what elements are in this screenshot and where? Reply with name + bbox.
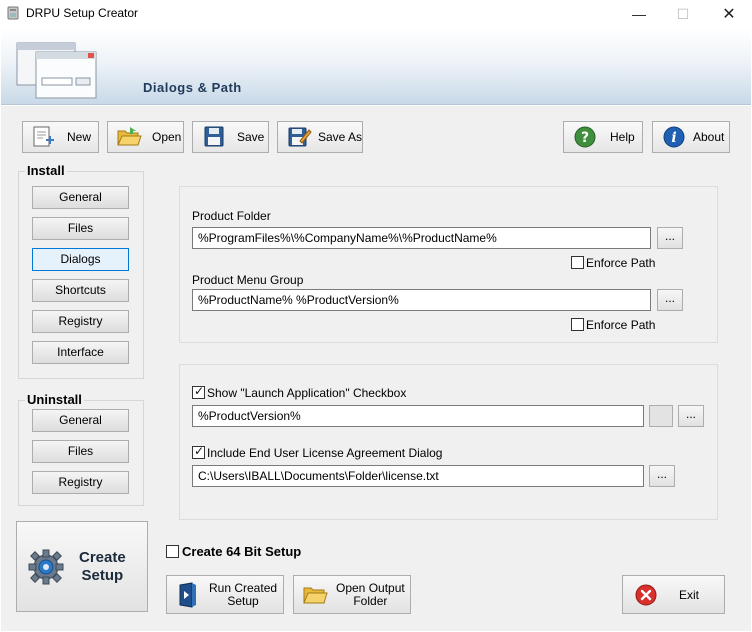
- product-folder-input[interactable]: %ProgramFiles%\%CompanyName%\%ProductNam…: [192, 227, 651, 249]
- output-folder-icon: [303, 587, 328, 603]
- launch-application-checkbox[interactable]: [192, 384, 205, 399]
- window-title: DRPU Setup Creator: [26, 6, 139, 20]
- product-folder-enforce-path-checkbox[interactable]: [571, 256, 584, 269]
- about-button[interactable]: i About: [652, 121, 730, 153]
- maximize-button[interactable]: ☐: [660, 0, 706, 28]
- header-banner: Dialogs & Path: [1, 28, 751, 105]
- about-info-icon: i: [663, 126, 685, 148]
- eula-label: Include End User License Agreement Dialo…: [207, 446, 443, 460]
- help-button[interactable]: ? Help: [563, 121, 643, 153]
- page-title: Dialogs & Path: [143, 80, 242, 95]
- uninstall-general-button[interactable]: General: [32, 409, 129, 432]
- open-output-folder-label-line1: Open Output: [336, 580, 405, 595]
- uninstall-group-title: Uninstall: [25, 392, 84, 407]
- run-created-setup-label-line2: Setup: [227, 593, 259, 608]
- save-disk-icon: [204, 126, 224, 147]
- menu-group-label: Product Menu Group: [192, 273, 304, 287]
- help-label: Help: [610, 130, 635, 144]
- launch-application-browse-button[interactable]: ...: [678, 405, 704, 427]
- about-label: About: [693, 130, 725, 144]
- create-setup-label-line1: Create: [79, 548, 126, 566]
- main-content: New Open Save Save As ? Help i About Ins…: [1, 106, 751, 631]
- run-created-setup-label-line1: Run Created: [209, 580, 278, 595]
- eula-browse-button[interactable]: ...: [649, 465, 675, 487]
- install-general-button[interactable]: General: [32, 186, 129, 209]
- save-as-button[interactable]: Save As: [277, 121, 363, 153]
- install-interface-button[interactable]: Interface: [32, 341, 129, 364]
- run-created-setup-button[interactable]: Run Created Setup: [166, 575, 284, 614]
- create-setup-label-line2: Setup: [81, 566, 124, 584]
- open-folder-icon: [117, 127, 142, 146]
- install-group-title: Install: [25, 163, 67, 178]
- uninstall-registry-button[interactable]: Registry: [32, 471, 129, 494]
- create-setup-button[interactable]: Create Setup: [16, 521, 148, 612]
- menu-group-enforce-path-checkbox[interactable]: [571, 318, 584, 331]
- minimize-button[interactable]: —: [616, 0, 662, 28]
- create-64-bit-label: Create 64 Bit Setup: [182, 544, 302, 559]
- launch-application-label: Show "Launch Application" Checkbox: [207, 386, 407, 400]
- install-files-button[interactable]: Files: [32, 217, 129, 240]
- exit-label: Exit: [679, 587, 700, 602]
- open-output-folder-label-line2: Folder: [353, 593, 388, 608]
- svg-text:i: i: [671, 130, 676, 146]
- save-as-icon: [288, 127, 312, 147]
- install-dialogs-button[interactable]: Dialogs: [32, 248, 129, 271]
- install-registry-button[interactable]: Registry: [32, 310, 129, 333]
- close-button[interactable]: ✕: [706, 0, 752, 28]
- help-icon: ?: [574, 126, 596, 148]
- exit-button[interactable]: Exit: [622, 575, 725, 614]
- open-output-folder-button[interactable]: Open Output Folder: [293, 575, 411, 614]
- eula-checkbox[interactable]: [192, 444, 205, 459]
- new-label: New: [67, 130, 92, 144]
- svg-text:?: ?: [581, 130, 589, 146]
- open-button[interactable]: Open: [107, 121, 184, 153]
- save-label: Save: [237, 130, 265, 144]
- menu-group-browse-button[interactable]: ...: [657, 289, 683, 311]
- open-label: Open: [152, 130, 182, 144]
- product-folder-label: Product Folder: [192, 209, 271, 223]
- product-folder-browse-button[interactable]: ...: [657, 227, 683, 249]
- launch-application-blank-button[interactable]: [649, 405, 673, 427]
- dialogs-window-icon: [16, 42, 97, 99]
- install-shortcuts-button[interactable]: Shortcuts: [32, 279, 129, 302]
- create-64-bit-checkbox[interactable]: [166, 545, 179, 558]
- gear-icon: [28, 549, 64, 584]
- eula-file-input[interactable]: C:\Users\IBALL\Documents\Folder\license.…: [192, 465, 644, 487]
- menu-group-input[interactable]: %ProductName% %ProductVersion%: [192, 289, 651, 311]
- app-icon: [7, 6, 19, 20]
- menu-group-enforce-path-label: Enforce Path: [586, 318, 656, 332]
- exit-icon: [635, 584, 657, 605]
- uninstall-files-button[interactable]: Files: [32, 440, 129, 463]
- title-bar: DRPU Setup Creator — ☐ ✕: [0, 0, 752, 28]
- new-button[interactable]: New: [22, 121, 99, 153]
- new-document-icon: [33, 126, 54, 147]
- launch-application-input[interactable]: %ProductVersion%: [192, 405, 644, 427]
- product-folder-enforce-path-label: Enforce Path: [586, 256, 656, 270]
- save-button[interactable]: Save: [192, 121, 269, 153]
- run-setup-icon: [179, 581, 196, 608]
- save-as-label: Save As: [317, 130, 363, 144]
